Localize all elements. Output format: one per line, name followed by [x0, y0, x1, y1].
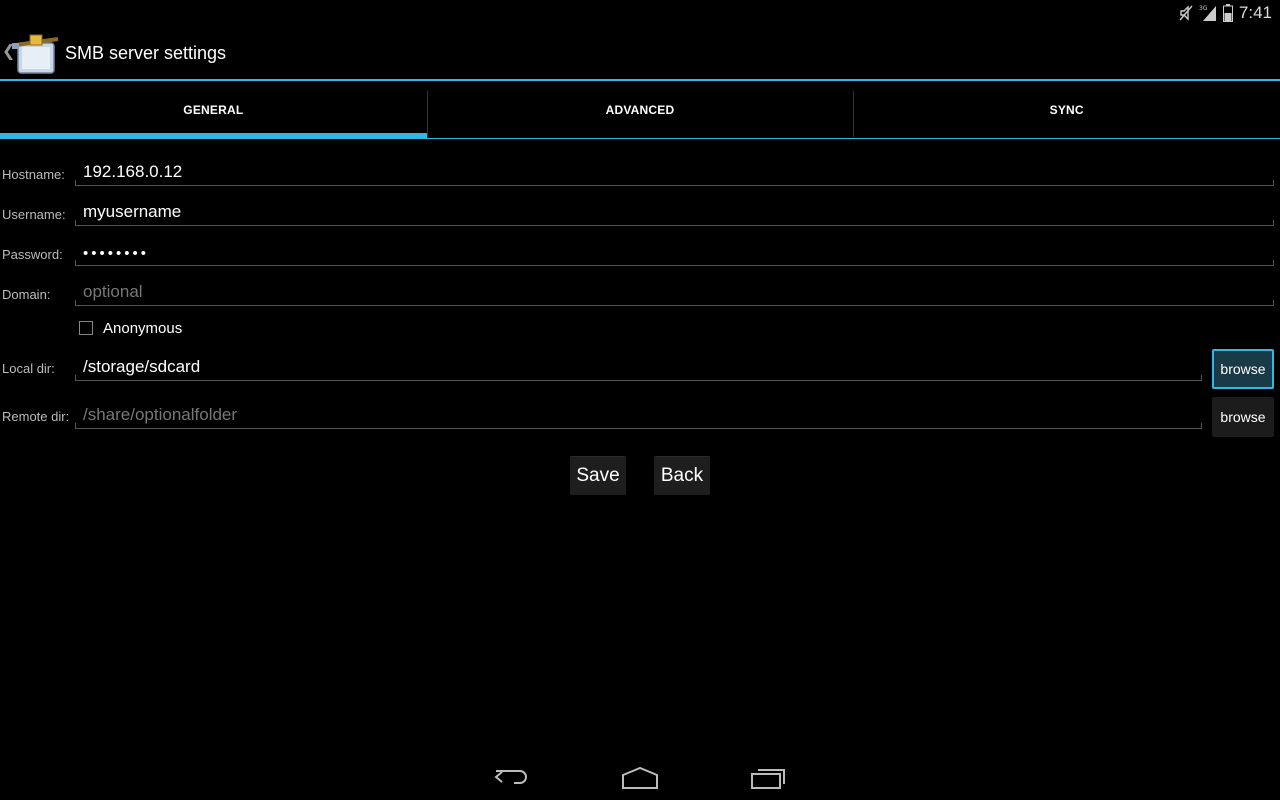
- anonymous-label[interactable]: Anonymous: [103, 320, 182, 337]
- status-bar: 3G 7:41: [0, 0, 1280, 25]
- recent-apps-icon[interactable]: [748, 764, 788, 790]
- password-value: ••••••••: [83, 245, 150, 262]
- remote-dir-placeholder: /share/optionalfolder: [83, 405, 238, 424]
- anonymous-checkbox[interactable]: [79, 321, 93, 335]
- domain-field[interactable]: optional: [75, 282, 1274, 306]
- remote-dir-label: Remote dir:: [2, 409, 70, 424]
- username-label: Username:: [2, 207, 66, 222]
- local-dir-value: /storage/sdcard: [83, 357, 201, 376]
- clock: 7:41: [1238, 2, 1272, 22]
- tab-advanced[interactable]: ADVANCED: [426, 81, 854, 138]
- domain-label: Domain:: [2, 287, 51, 302]
- username-value: myusername: [83, 202, 182, 221]
- hostname-label: Hostname:: [2, 167, 65, 182]
- save-button[interactable]: Save: [570, 456, 626, 495]
- tab-bar: GENERAL ADVANCED SYNC: [0, 81, 1280, 139]
- back-button[interactable]: Back: [654, 456, 710, 495]
- network-share-icon[interactable]: [12, 31, 62, 77]
- password-field[interactable]: ••••••••: [75, 242, 1274, 266]
- hostname-field[interactable]: 192.168.0.12: [75, 162, 1274, 186]
- tab-general[interactable]: GENERAL: [0, 81, 427, 139]
- remote-dir-field[interactable]: /share/optionalfolder: [75, 405, 1202, 429]
- battery-icon: [1222, 3, 1233, 22]
- signal-3g-icon: 3G: [1199, 5, 1216, 21]
- local-dir-browse-button[interactable]: browse: [1212, 349, 1274, 389]
- domain-placeholder: optional: [83, 282, 143, 301]
- tab-sync[interactable]: SYNC: [853, 81, 1280, 138]
- page-title: SMB server settings: [65, 43, 227, 63]
- svg-text:3G: 3G: [1199, 5, 1208, 12]
- back-icon[interactable]: [492, 764, 532, 790]
- local-dir-label: Local dir:: [2, 361, 55, 376]
- mute-icon: [1179, 4, 1193, 21]
- action-bar: ❮ SMB server settings: [0, 25, 1280, 81]
- navigation-bar: [0, 752, 1280, 800]
- home-icon[interactable]: [620, 764, 660, 790]
- username-field[interactable]: myusername: [75, 202, 1274, 226]
- hostname-value: 192.168.0.12: [83, 162, 183, 181]
- remote-dir-browse-button[interactable]: browse: [1212, 397, 1274, 437]
- password-label: Password:: [2, 247, 63, 262]
- local-dir-field[interactable]: /storage/sdcard: [75, 357, 1202, 381]
